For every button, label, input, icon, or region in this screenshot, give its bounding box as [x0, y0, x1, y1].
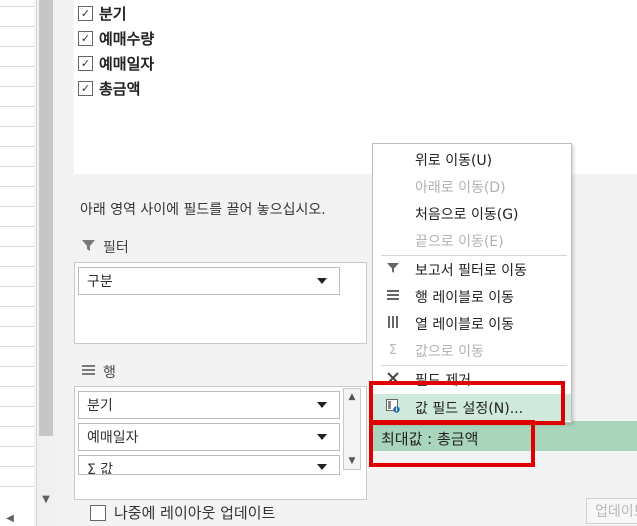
checkbox-checked-icon[interactable]: ✓: [78, 5, 93, 21]
checkbox-unchecked-icon[interactable]: [90, 504, 106, 521]
field-label: 총금액: [99, 79, 141, 98]
rows-area-label: 행: [103, 365, 116, 381]
filter-area-title: 필터: [82, 237, 129, 257]
field-label: 분기: [99, 4, 127, 23]
field-item-total-amount[interactable]: ✓ 총금액: [78, 77, 140, 99]
chevron-down-icon[interactable]: [317, 402, 327, 408]
columns-icon: [385, 315, 401, 332]
menu-item-move-up[interactable]: 위로 이동(U): [373, 146, 571, 173]
row-field-dropdown-date[interactable]: 예매일자: [78, 423, 340, 451]
menu-item-label: 열 레이블로 이동: [415, 316, 515, 333]
filter-field-dropdown[interactable]: 구분: [78, 267, 340, 295]
field-item-booking-date[interactable]: ✓ 예매일자: [78, 52, 154, 74]
row-field-dropdown-values[interactable]: Σ 값: [78, 455, 340, 475]
dropdown-label: 예매일자: [87, 430, 139, 446]
menu-item-move-to-beginning[interactable]: 처음으로 이동(G): [373, 200, 571, 227]
filter-area-label: 필터: [103, 240, 129, 256]
dropdown-label: 구분: [87, 274, 113, 290]
checkbox-checked-icon[interactable]: ✓: [78, 80, 93, 96]
menu-item-move-to-values[interactable]: Σ 값으로 이동: [373, 337, 571, 364]
field-item-ticket-qty[interactable]: ✓ 예매수량: [78, 27, 154, 49]
menu-item-move-to-end[interactable]: 끝으로 이동(E): [373, 227, 571, 254]
footer-bar: 나중에 레이아웃 업데이트 업데이트: [74, 498, 637, 526]
checkbox-checked-icon[interactable]: ✓: [78, 55, 93, 71]
chevron-down-icon[interactable]: [317, 464, 327, 470]
checkbox-checked-icon[interactable]: ✓: [78, 30, 93, 46]
update-button[interactable]: 업데이트: [586, 498, 637, 524]
vertical-scrollbar[interactable]: ▼: [36, 0, 55, 526]
filter-icon: [82, 239, 95, 256]
scroll-down-icon[interactable]: ▼: [344, 453, 360, 469]
menu-item-label: 아래로 이동(D): [415, 179, 506, 196]
chevron-down-icon[interactable]: [317, 278, 327, 284]
menu-item-label: 위로 이동(U): [415, 152, 493, 169]
field-label: 예매일자: [99, 54, 155, 73]
menu-item-move-to-column-labels[interactable]: 열 레이블로 이동: [373, 310, 571, 337]
dropdown-label: 분기: [87, 398, 113, 414]
rows-icon: [385, 289, 401, 304]
menu-item-move-to-row-labels[interactable]: 행 레이블로 이동: [373, 283, 571, 310]
drag-fields-hint: 아래 영역 사이에 필드를 끌어 놓으십시오.: [80, 202, 326, 218]
row-field-dropdown-quarter[interactable]: 분기: [78, 391, 340, 419]
filter-icon: [385, 262, 401, 278]
menu-item-move-to-report-filter[interactable]: 보고서 필터로 이동: [373, 256, 571, 283]
menu-item-label: 보고서 필터로 이동: [415, 262, 527, 279]
defer-update-option[interactable]: 나중에 레이아웃 업데이트: [90, 502, 275, 523]
scroll-down-icon[interactable]: ▼: [37, 491, 55, 509]
scrollbar-thumb[interactable]: [39, 0, 53, 436]
sigma-icon: Σ: [388, 343, 398, 358]
menu-item-label: 끝으로 이동(E): [415, 233, 504, 250]
defer-update-label: 나중에 레이아웃 업데이트: [114, 504, 276, 522]
rows-area-title: 행: [82, 362, 116, 382]
rows-icon: [82, 364, 95, 380]
scroll-left-icon[interactable]: ◀: [0, 512, 20, 526]
chevron-down-icon[interactable]: [317, 434, 327, 440]
scroll-up-icon[interactable]: ▲: [344, 389, 360, 405]
annotation-highlight-box: [369, 420, 535, 467]
field-label: 예매수량: [99, 29, 155, 48]
menu-item-label: 값으로 이동: [415, 343, 484, 360]
annotation-highlight-box: [369, 381, 565, 425]
dropdown-label: Σ 값: [87, 462, 114, 475]
menu-item-label: 처음으로 이동(G): [415, 206, 519, 223]
menu-item-move-down[interactable]: 아래로 이동(D): [373, 173, 571, 200]
menu-item-label: 행 레이블로 이동: [415, 289, 515, 306]
field-item-quarter[interactable]: ✓ 분기: [78, 2, 127, 24]
worksheet-edge: ◀: [0, 0, 34, 526]
rows-area-scrollbar[interactable]: ▲ ▼: [343, 388, 361, 470]
